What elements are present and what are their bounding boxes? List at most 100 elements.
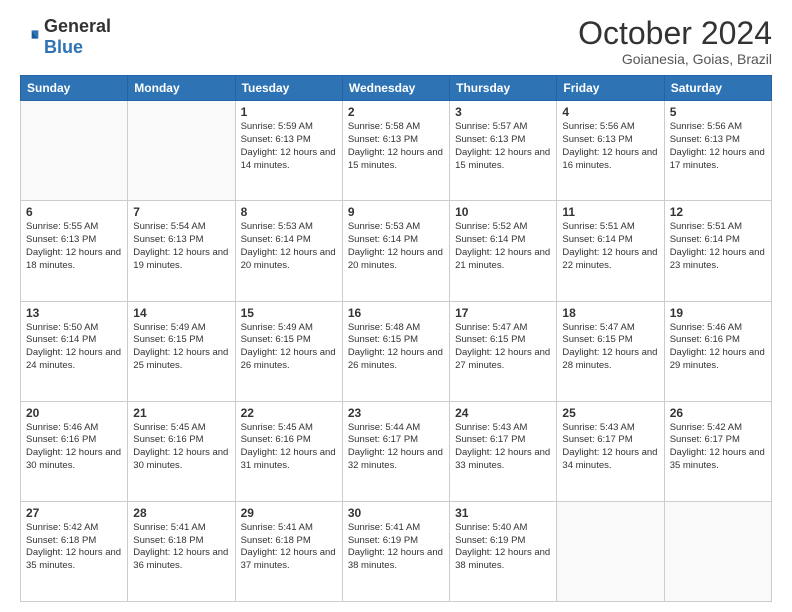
day-number: 5 bbox=[670, 105, 766, 119]
calendar-cell: 29 Sunrise: 5:41 AM Sunset: 6:18 PM Dayli… bbox=[235, 501, 342, 601]
day-info: Sunrise: 5:46 AM Sunset: 6:16 PM Dayligh… bbox=[670, 322, 766, 373]
calendar-cell: 5 Sunrise: 5:56 AM Sunset: 6:13 PM Daylig… bbox=[664, 101, 771, 201]
calendar-cell: 10Sunrise: 5:52 AM Sunset: 6:14 PM Dayli… bbox=[450, 201, 557, 301]
day-number: 15 bbox=[241, 306, 337, 320]
day-number: 21 bbox=[133, 406, 229, 420]
weekday-header-sunday: Sunday bbox=[21, 76, 128, 101]
day-info: Sunrise: 5:43 AM Sunset: 6:17 PM Dayligh… bbox=[455, 422, 551, 473]
weekday-header-friday: Friday bbox=[557, 76, 664, 101]
day-number: 26 bbox=[670, 406, 766, 420]
calendar-cell: 21 Sunrise: 5:45 AM Sunset: 6:16 PM Dayli… bbox=[128, 401, 235, 501]
day-info: Sunrise: 5:47 AM Sunset: 6:15 PM Dayligh… bbox=[562, 322, 658, 373]
calendar-cell: 28Sunrise: 5:41 AM Sunset: 6:18 PM Dayli… bbox=[128, 501, 235, 601]
day-number: 18 bbox=[562, 306, 658, 320]
calendar-cell: 14Sunrise: 5:49 AM Sunset: 6:15 PM Dayli… bbox=[128, 301, 235, 401]
calendar-week-row: 6 Sunrise: 5:55 AM Sunset: 6:13 PM Daylig… bbox=[21, 201, 772, 301]
day-info: Sunrise: 5:43 AM Sunset: 6:17 PM Dayligh… bbox=[562, 422, 658, 473]
day-info: Sunrise: 5:41 AM Sunset: 6:18 PM Dayligh… bbox=[241, 522, 337, 573]
day-info: Sunrise: 5:55 AM Sunset: 6:13 PM Dayligh… bbox=[26, 221, 122, 272]
calendar-cell: 11Sunrise: 5:51 AM Sunset: 6:14 PM Dayli… bbox=[557, 201, 664, 301]
day-number: 19 bbox=[670, 306, 766, 320]
day-number: 16 bbox=[348, 306, 444, 320]
day-info: Sunrise: 5:46 AM Sunset: 6:16 PM Dayligh… bbox=[26, 422, 122, 473]
day-number: 9 bbox=[348, 205, 444, 219]
day-number: 20 bbox=[26, 406, 122, 420]
day-number: 24 bbox=[455, 406, 551, 420]
calendar-week-row: 20 Sunrise: 5:46 AM Sunset: 6:16 PM Dayli… bbox=[21, 401, 772, 501]
day-info: Sunrise: 5:41 AM Sunset: 6:19 PM Dayligh… bbox=[348, 522, 444, 573]
day-info: Sunrise: 5:56 AM Sunset: 6:13 PM Dayligh… bbox=[562, 121, 658, 172]
calendar-cell: 17Sunrise: 5:47 AM Sunset: 6:15 PM Dayli… bbox=[450, 301, 557, 401]
calendar-cell: 2Sunrise: 5:58 AM Sunset: 6:13 PM Daylig… bbox=[342, 101, 449, 201]
calendar-week-row: 13 Sunrise: 5:50 AM Sunset: 6:14 PM Dayli… bbox=[21, 301, 772, 401]
day-info: Sunrise: 5:57 AM Sunset: 6:13 PM Dayligh… bbox=[455, 121, 551, 172]
day-number: 29 bbox=[241, 506, 337, 520]
day-info: Sunrise: 5:54 AM Sunset: 6:13 PM Dayligh… bbox=[133, 221, 229, 272]
calendar-cell: 4 Sunrise: 5:56 AM Sunset: 6:13 PM Daylig… bbox=[557, 101, 664, 201]
logo-text: General Blue bbox=[44, 16, 111, 58]
calendar-cell: 30 Sunrise: 5:41 AM Sunset: 6:19 PM Dayli… bbox=[342, 501, 449, 601]
calendar-cell: 9 Sunrise: 5:53 AM Sunset: 6:14 PM Daylig… bbox=[342, 201, 449, 301]
calendar-cell: 26 Sunrise: 5:42 AM Sunset: 6:17 PM Dayli… bbox=[664, 401, 771, 501]
day-number: 4 bbox=[562, 105, 658, 119]
day-number: 30 bbox=[348, 506, 444, 520]
calendar-cell: 16 Sunrise: 5:48 AM Sunset: 6:15 PM Dayli… bbox=[342, 301, 449, 401]
calendar-cell: 6 Sunrise: 5:55 AM Sunset: 6:13 PM Daylig… bbox=[21, 201, 128, 301]
day-number: 11 bbox=[562, 205, 658, 219]
header: General Blue October 2024 Goianesia, Goi… bbox=[20, 16, 772, 67]
calendar-cell: 12Sunrise: 5:51 AM Sunset: 6:14 PM Dayli… bbox=[664, 201, 771, 301]
day-info: Sunrise: 5:42 AM Sunset: 6:18 PM Dayligh… bbox=[26, 522, 122, 573]
day-info: Sunrise: 5:56 AM Sunset: 6:13 PM Dayligh… bbox=[670, 121, 766, 172]
calendar-cell: 15Sunrise: 5:49 AM Sunset: 6:15 PM Dayli… bbox=[235, 301, 342, 401]
logo-blue: Blue bbox=[44, 37, 83, 57]
calendar-cell: 22Sunrise: 5:45 AM Sunset: 6:16 PM Dayli… bbox=[235, 401, 342, 501]
calendar-cell: 19 Sunrise: 5:46 AM Sunset: 6:16 PM Dayli… bbox=[664, 301, 771, 401]
page: General Blue October 2024 Goianesia, Goi… bbox=[0, 0, 792, 612]
day-info: Sunrise: 5:45 AM Sunset: 6:16 PM Dayligh… bbox=[133, 422, 229, 473]
calendar-cell: 8 Sunrise: 5:53 AM Sunset: 6:14 PM Daylig… bbox=[235, 201, 342, 301]
calendar-cell bbox=[664, 501, 771, 601]
day-info: Sunrise: 5:59 AM Sunset: 6:13 PM Dayligh… bbox=[241, 121, 337, 172]
day-info: Sunrise: 5:50 AM Sunset: 6:14 PM Dayligh… bbox=[26, 322, 122, 373]
calendar-cell bbox=[557, 501, 664, 601]
day-number: 25 bbox=[562, 406, 658, 420]
calendar-cell bbox=[128, 101, 235, 201]
day-number: 14 bbox=[133, 306, 229, 320]
day-number: 31 bbox=[455, 506, 551, 520]
calendar-cell: 1 Sunrise: 5:59 AM Sunset: 6:13 PM Daylig… bbox=[235, 101, 342, 201]
calendar-cell: 13 Sunrise: 5:50 AM Sunset: 6:14 PM Dayli… bbox=[21, 301, 128, 401]
location: Goianesia, Goias, Brazil bbox=[578, 51, 772, 67]
day-number: 3 bbox=[455, 105, 551, 119]
calendar-cell: 18 Sunrise: 5:47 AM Sunset: 6:15 PM Dayli… bbox=[557, 301, 664, 401]
day-number: 8 bbox=[241, 205, 337, 219]
day-info: Sunrise: 5:44 AM Sunset: 6:17 PM Dayligh… bbox=[348, 422, 444, 473]
day-info: Sunrise: 5:48 AM Sunset: 6:15 PM Dayligh… bbox=[348, 322, 444, 373]
day-info: Sunrise: 5:53 AM Sunset: 6:14 PM Dayligh… bbox=[241, 221, 337, 272]
day-info: Sunrise: 5:53 AM Sunset: 6:14 PM Dayligh… bbox=[348, 221, 444, 272]
calendar-cell: 31 Sunrise: 5:40 AM Sunset: 6:19 PM Dayli… bbox=[450, 501, 557, 601]
weekday-header-monday: Monday bbox=[128, 76, 235, 101]
day-number: 27 bbox=[26, 506, 122, 520]
day-number: 13 bbox=[26, 306, 122, 320]
month-title: October 2024 bbox=[578, 16, 772, 51]
day-info: Sunrise: 5:40 AM Sunset: 6:19 PM Dayligh… bbox=[455, 522, 551, 573]
calendar-cell: 25 Sunrise: 5:43 AM Sunset: 6:17 PM Dayli… bbox=[557, 401, 664, 501]
day-info: Sunrise: 5:42 AM Sunset: 6:17 PM Dayligh… bbox=[670, 422, 766, 473]
calendar-cell: 20 Sunrise: 5:46 AM Sunset: 6:16 PM Dayli… bbox=[21, 401, 128, 501]
title-section: October 2024 Goianesia, Goias, Brazil bbox=[578, 16, 772, 67]
calendar-table: SundayMondayTuesdayWednesdayThursdayFrid… bbox=[20, 75, 772, 602]
calendar-cell: 27 Sunrise: 5:42 AM Sunset: 6:18 PM Dayli… bbox=[21, 501, 128, 601]
calendar-week-row: 1 Sunrise: 5:59 AM Sunset: 6:13 PM Daylig… bbox=[21, 101, 772, 201]
logo: General Blue bbox=[20, 16, 111, 58]
day-number: 10 bbox=[455, 205, 551, 219]
logo-icon bbox=[20, 27, 40, 47]
calendar-header-row: SundayMondayTuesdayWednesdayThursdayFrid… bbox=[21, 76, 772, 101]
weekday-header-saturday: Saturday bbox=[664, 76, 771, 101]
calendar-week-row: 27 Sunrise: 5:42 AM Sunset: 6:18 PM Dayli… bbox=[21, 501, 772, 601]
day-number: 6 bbox=[26, 205, 122, 219]
weekday-header-thursday: Thursday bbox=[450, 76, 557, 101]
day-number: 12 bbox=[670, 205, 766, 219]
calendar-cell bbox=[21, 101, 128, 201]
day-number: 1 bbox=[241, 105, 337, 119]
day-number: 22 bbox=[241, 406, 337, 420]
